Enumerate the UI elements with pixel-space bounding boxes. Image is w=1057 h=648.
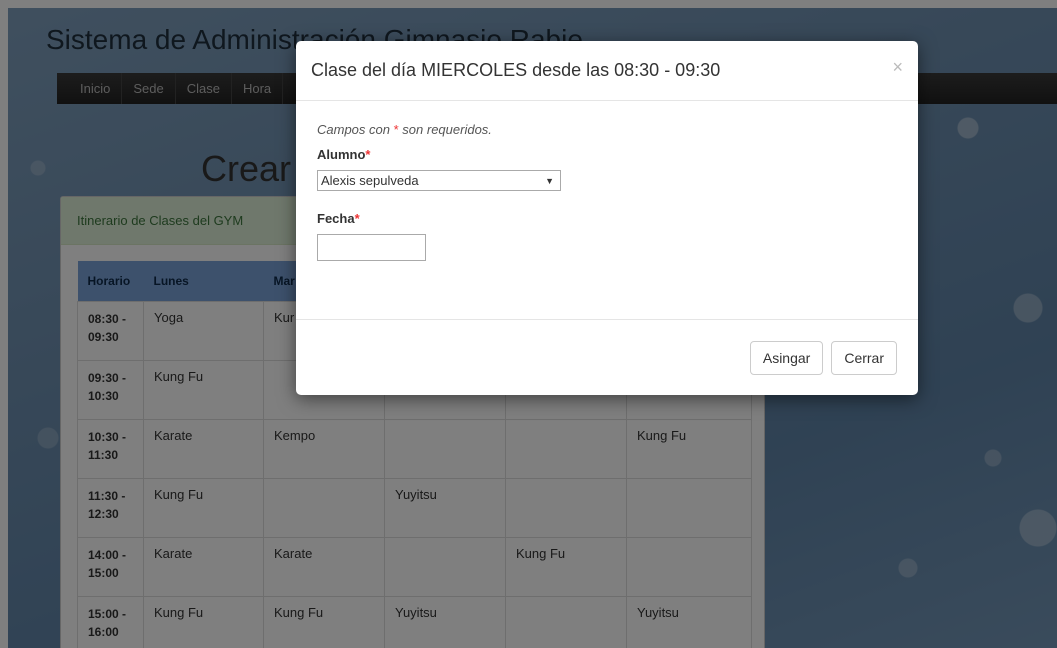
modal-title: Clase del día MIERCOLES desde las 08:30 … — [311, 60, 721, 80]
required-star: * — [393, 122, 399, 137]
alumno-label-text: Alumno — [317, 147, 366, 162]
close-button[interactable]: Cerrar — [831, 340, 897, 375]
chevron-down-icon: ▼ — [545, 175, 554, 186]
assign-class-modal: Clase del día MIERCOLES desde las 08:30 … — [296, 41, 918, 395]
fecha-input[interactable] — [317, 234, 426, 261]
modal-body: Campos con * son requeridos. Alumno* Ale… — [296, 101, 918, 319]
required-star: * — [365, 147, 371, 162]
close-icon[interactable]: × — [892, 57, 903, 78]
alumno-select[interactable]: Alexis sepulveda ▼ — [317, 170, 561, 191]
modal-header: Clase del día MIERCOLES desde las 08:30 … — [296, 41, 918, 101]
required-note: Campos con * son requeridos. — [317, 122, 897, 137]
alumno-label: Alumno* — [317, 147, 897, 162]
assign-button[interactable]: Asingar — [749, 340, 824, 375]
alumno-selected-value: Alexis sepulveda — [321, 173, 419, 188]
modal-footer: Asingar Cerrar — [296, 319, 918, 395]
fecha-label: Fecha* — [317, 211, 897, 226]
required-note-prefix: Campos con — [317, 122, 390, 137]
required-star: * — [354, 211, 360, 226]
fecha-label-text: Fecha — [317, 211, 355, 226]
required-note-suffix: son requeridos. — [402, 122, 492, 137]
